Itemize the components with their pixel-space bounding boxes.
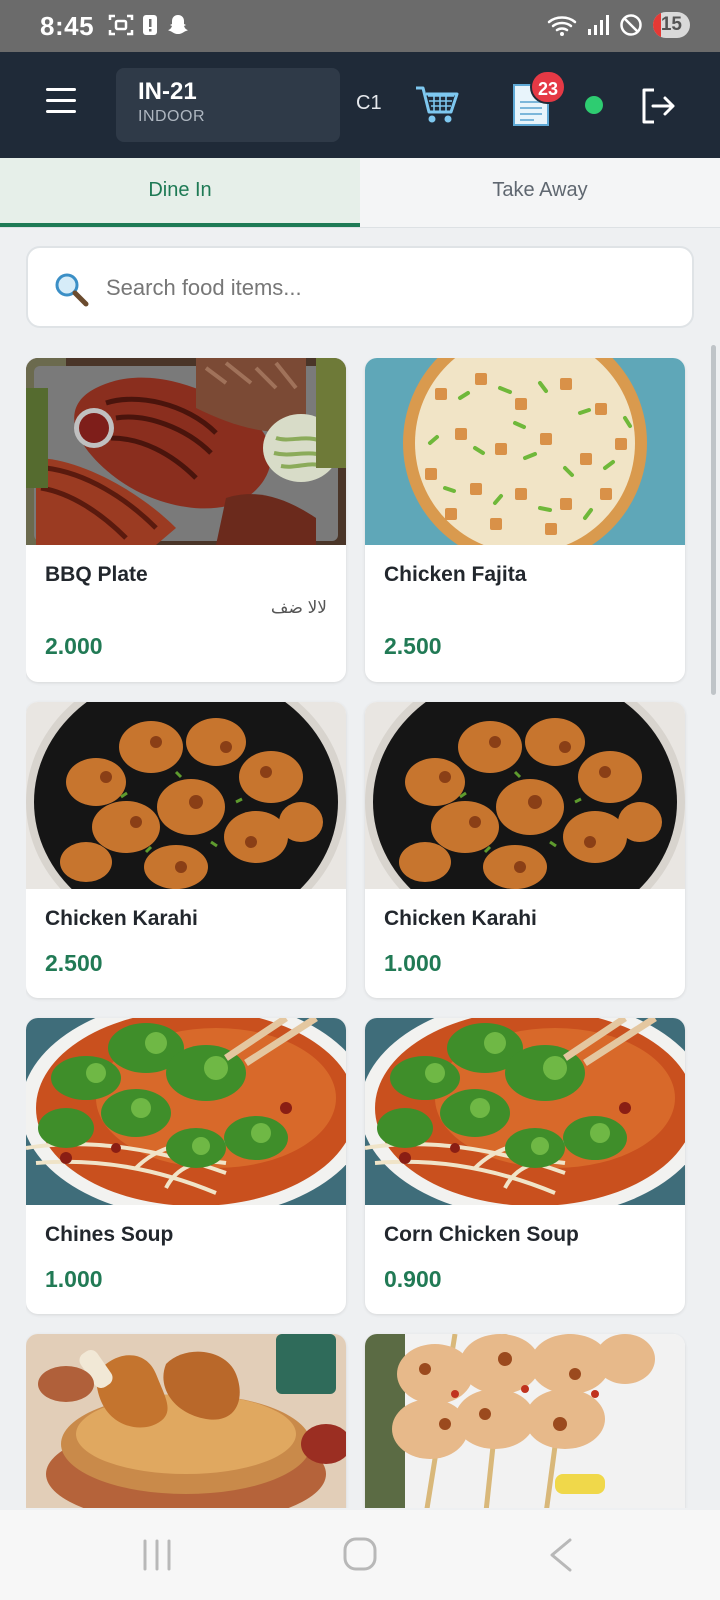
app-header: IN-21 INDOOR C1 23	[0, 52, 720, 158]
food-image	[26, 358, 346, 545]
food-price: 2.000	[45, 633, 103, 659]
food-grid: BBQ Plate لالا ضف 2.000 Chicken Fajita 2…	[26, 358, 688, 1508]
food-image	[26, 1018, 346, 1218]
counter-code: C1	[356, 92, 382, 114]
logout-icon[interactable]	[638, 86, 678, 126]
wifi-icon	[547, 16, 577, 36]
search-input[interactable]	[106, 260, 666, 316]
signal-icon	[587, 15, 609, 35]
food-card[interactable]	[26, 1334, 346, 1508]
food-card[interactable]: BBQ Plate لالا ضف 2.000	[26, 358, 346, 682]
order-type-tabs: Dine In Take Away	[0, 158, 720, 228]
food-card[interactable]: Chines Soup 1.000	[26, 1018, 346, 1314]
food-card[interactable]: Chicken Fajita 2.500	[365, 358, 685, 682]
tab-dine-in[interactable]: Dine In	[0, 158, 360, 227]
status-bar: 8:45 15	[0, 0, 720, 52]
search-bar	[26, 246, 694, 328]
food-card[interactable]: Chicken Karahi 2.500	[26, 702, 346, 998]
status-time: 8:45	[40, 11, 95, 41]
food-name: BBQ Plate	[45, 563, 148, 586]
food-card[interactable]	[365, 1334, 685, 1508]
food-price: 2.500	[384, 633, 442, 659]
system-nav-bar	[0, 1510, 720, 1600]
food-name: Chines Soup	[45, 1223, 174, 1246]
food-image	[365, 1334, 685, 1508]
battery-icon: 15	[652, 12, 690, 38]
tab-take-away[interactable]: Take Away	[360, 158, 720, 227]
food-price: 2.500	[45, 950, 103, 976]
food-image	[365, 358, 685, 565]
food-image	[365, 702, 685, 942]
back-icon[interactable]	[546, 1536, 576, 1574]
orders-count-badge: 23	[530, 70, 566, 104]
food-image	[365, 1018, 685, 1218]
table-area: INDOOR	[138, 108, 205, 125]
home-icon[interactable]	[342, 1536, 378, 1572]
food-name: Chicken Fajita	[384, 563, 527, 586]
food-price: 1.000	[384, 950, 442, 976]
food-name: Chicken Karahi	[45, 907, 198, 930]
do-not-disturb-icon	[620, 14, 642, 36]
alert-icon	[143, 15, 157, 35]
battery-level: 15	[660, 14, 682, 35]
table-code: IN-21	[138, 78, 197, 105]
connection-status-dot	[585, 96, 603, 114]
food-price: 1.000	[45, 1266, 103, 1292]
recents-icon[interactable]	[140, 1538, 174, 1572]
food-card[interactable]: Corn Chicken Soup 0.900	[365, 1018, 685, 1314]
screenshot-icon	[108, 14, 134, 36]
menu-button[interactable]	[46, 88, 76, 116]
food-price: 0.900	[384, 1266, 442, 1292]
scrollbar[interactable]	[711, 345, 716, 695]
food-image	[26, 702, 346, 942]
food-alt-name: لالا ضف	[270, 598, 327, 617]
table-selector[interactable]: IN-21 INDOOR	[116, 68, 340, 142]
snapchat-icon	[168, 15, 188, 34]
food-name: Chicken Karahi	[384, 907, 537, 930]
food-name: Corn Chicken Soup	[384, 1223, 579, 1246]
food-card[interactable]: Chicken Karahi 1.000	[365, 702, 685, 998]
cart-button[interactable]	[414, 82, 460, 126]
search-icon	[55, 273, 89, 307]
food-image	[26, 1334, 346, 1508]
